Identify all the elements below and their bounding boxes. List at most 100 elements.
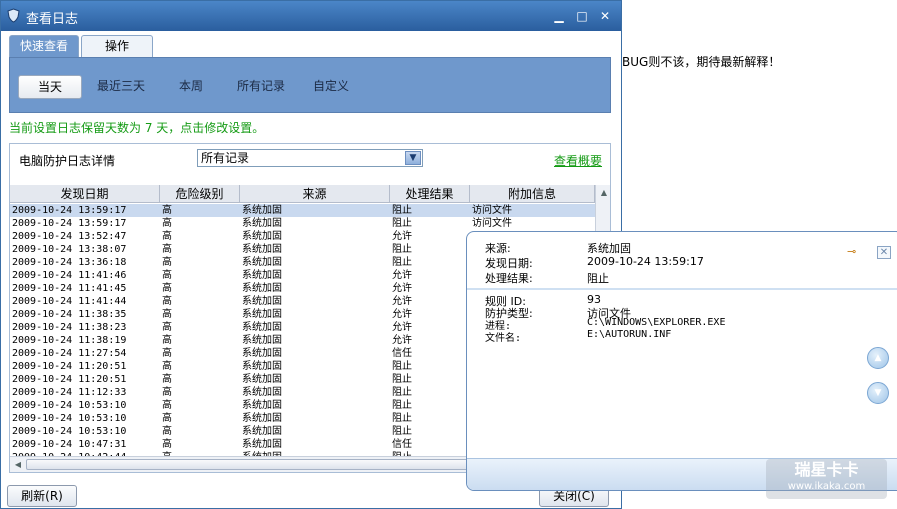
table-cell: 高 — [162, 348, 172, 359]
horizontal-scroll-thumb[interactable] — [26, 459, 496, 470]
column-header-date[interactable]: 发现日期 — [10, 185, 160, 203]
background-text: BUG则不该，期待最新解释！ — [622, 55, 781, 69]
log-panel-label: 电脑防护日志详情 — [19, 154, 116, 168]
table-cell: 允许 — [392, 309, 412, 320]
table-cell: 系统加固 — [242, 205, 282, 216]
table-cell: 阻止 — [392, 374, 412, 385]
table-cell: 系统加固 — [242, 270, 282, 281]
tab-quick-view[interactable]: 快速查看 — [9, 35, 79, 57]
table-cell: 高 — [162, 361, 172, 372]
table-cell: 高 — [162, 296, 172, 307]
table-cell: 阻止 — [392, 426, 412, 437]
screen: BUG则不该，期待最新解释！ 查看日志 ▁ □ ✕ 快速查看 操作 当天 最近三… — [0, 0, 897, 509]
table-cell: 2009-10-24 13:52:47 — [12, 231, 127, 242]
tab-operations[interactable]: 操作 — [81, 35, 153, 57]
detail-value: C:\WINDOWS\EXPLORER.EXE — [587, 317, 726, 328]
detail-label: 发现日期: — [485, 257, 533, 270]
table-cell: 高 — [162, 218, 172, 229]
table-cell: 允许 — [392, 296, 412, 307]
table-cell: 阻止 — [392, 413, 412, 424]
table-cell: 访问文件 — [472, 218, 512, 229]
table-cell: 2009-10-24 11:27:54 — [12, 348, 127, 359]
table-cell: 阻止 — [392, 400, 412, 411]
close-icon[interactable]: ✕ — [597, 9, 613, 24]
table-cell: 系统加固 — [242, 257, 282, 268]
detail-value: 阻止 — [587, 272, 609, 285]
filter-last-three-days-button[interactable]: 最近三天 — [90, 75, 152, 99]
scroll-down-icon[interactable]: ▼ — [867, 382, 889, 404]
view-summary-link[interactable]: 查看概要 — [554, 152, 602, 169]
title-bar[interactable]: 查看日志 ▁ □ ✕ — [1, 1, 621, 31]
filter-all-records-button[interactable]: 所有记录 — [230, 75, 292, 99]
table-cell: 系统加固 — [242, 309, 282, 320]
minimize-icon[interactable]: ▁ — [551, 9, 567, 24]
table-cell: 信任 — [392, 439, 412, 450]
table-cell: 2009-10-24 10:47:31 — [12, 439, 127, 450]
detail-label: 文件名: — [485, 333, 522, 344]
table-cell: 高 — [162, 439, 172, 450]
table-cell: 2009-10-24 13:38:07 — [12, 244, 127, 255]
shield-icon — [6, 8, 21, 23]
table-cell: 系统加固 — [242, 231, 282, 242]
log-filter-select[interactable]: 所有记录 ▼ — [197, 149, 423, 167]
table-cell: 2009-10-24 11:38:19 — [12, 335, 127, 346]
table-cell: 信任 — [392, 348, 412, 359]
table-cell: 系统加固 — [242, 244, 282, 255]
table-cell: 高 — [162, 335, 172, 346]
table-cell: 阻止 — [392, 205, 412, 216]
dropdown-arrow-icon[interactable]: ▼ — [405, 151, 421, 165]
table-cell: 2009-10-24 11:20:51 — [12, 361, 127, 372]
table-cell: 2009-10-24 10:53:10 — [12, 400, 127, 411]
table-cell: 系统加固 — [242, 439, 282, 450]
scroll-up-icon[interactable]: ▲ — [597, 186, 610, 200]
table-cell: 系统加固 — [242, 218, 282, 229]
table-cell: 允许 — [392, 283, 412, 294]
table-cell: 系统加固 — [242, 413, 282, 424]
table-cell: 2009-10-24 11:38:35 — [12, 309, 127, 320]
table-cell: 2009-10-24 13:59:17 — [12, 205, 127, 216]
watermark-text: 瑞星卡卡 — [794, 460, 859, 479]
watermark-url: www.ikaka.com — [787, 481, 866, 492]
retention-notice-link[interactable]: 当前设置日志保留天数为 7 天，点击修改设置。 — [9, 119, 264, 136]
detail-value: 系统加固 — [587, 242, 631, 255]
table-cell: 阻止 — [392, 387, 412, 398]
table-cell: 系统加固 — [242, 296, 282, 307]
refresh-button[interactable]: 刷新(R) — [7, 485, 77, 507]
filter-this-week-button[interactable]: 本周 — [165, 75, 217, 99]
table-cell: 2009-10-24 11:20:51 — [12, 374, 127, 385]
table-cell: 阻止 — [392, 257, 412, 268]
table-cell: 系统加固 — [242, 387, 282, 398]
table-cell: 系统加固 — [242, 374, 282, 385]
table-cell: 2009-10-24 13:36:18 — [12, 257, 127, 268]
table-cell: 系统加固 — [242, 335, 282, 346]
filter-panel: 当天 最近三天 本周 所有记录 自定义 — [9, 57, 611, 113]
table-cell: 阻止 — [392, 244, 412, 255]
table-row[interactable]: 2009-10-24 13:59:17 高 系统加固 阻止 访问文件 — [10, 217, 595, 230]
maximize-icon[interactable]: □ — [574, 9, 590, 24]
table-cell: 2009-10-24 11:38:23 — [12, 322, 127, 333]
scroll-left-icon[interactable]: ◀ — [11, 458, 25, 472]
log-filter-value: 所有记录 — [201, 151, 250, 165]
filter-custom-button[interactable]: 自定义 — [306, 75, 356, 99]
table-cell: 系统加固 — [242, 348, 282, 359]
table-cell: 高 — [162, 205, 172, 216]
filter-today-button[interactable]: 当天 — [18, 75, 82, 99]
table-cell: 高 — [162, 244, 172, 255]
table-cell: 高 — [162, 270, 172, 281]
table-cell: 2009-10-24 11:41:46 — [12, 270, 127, 281]
detail-label: 处理结果: — [485, 272, 533, 285]
table-row[interactable]: 2009-10-24 13:59:17 高 系统加固 阻止 访问文件 — [10, 204, 595, 217]
column-header-source[interactable]: 来源 — [240, 185, 390, 203]
table-cell: 2009-10-24 11:41:45 — [12, 283, 127, 294]
column-header-level[interactable]: 危险级别 — [160, 185, 240, 203]
popup-close-icon[interactable]: ✕ — [877, 246, 891, 259]
table-cell: 访问文件 — [472, 205, 512, 216]
pin-icon[interactable]: ⊸ — [847, 246, 863, 258]
table-cell: 高 — [162, 231, 172, 242]
table-cell: 高 — [162, 257, 172, 268]
scroll-up-icon[interactable]: ▲ — [867, 347, 889, 369]
table-cell: 高 — [162, 426, 172, 437]
column-header-extra[interactable]: 附加信息 — [470, 185, 595, 203]
column-header-result[interactable]: 处理结果 — [390, 185, 470, 203]
table-cell: 允许 — [392, 322, 412, 333]
